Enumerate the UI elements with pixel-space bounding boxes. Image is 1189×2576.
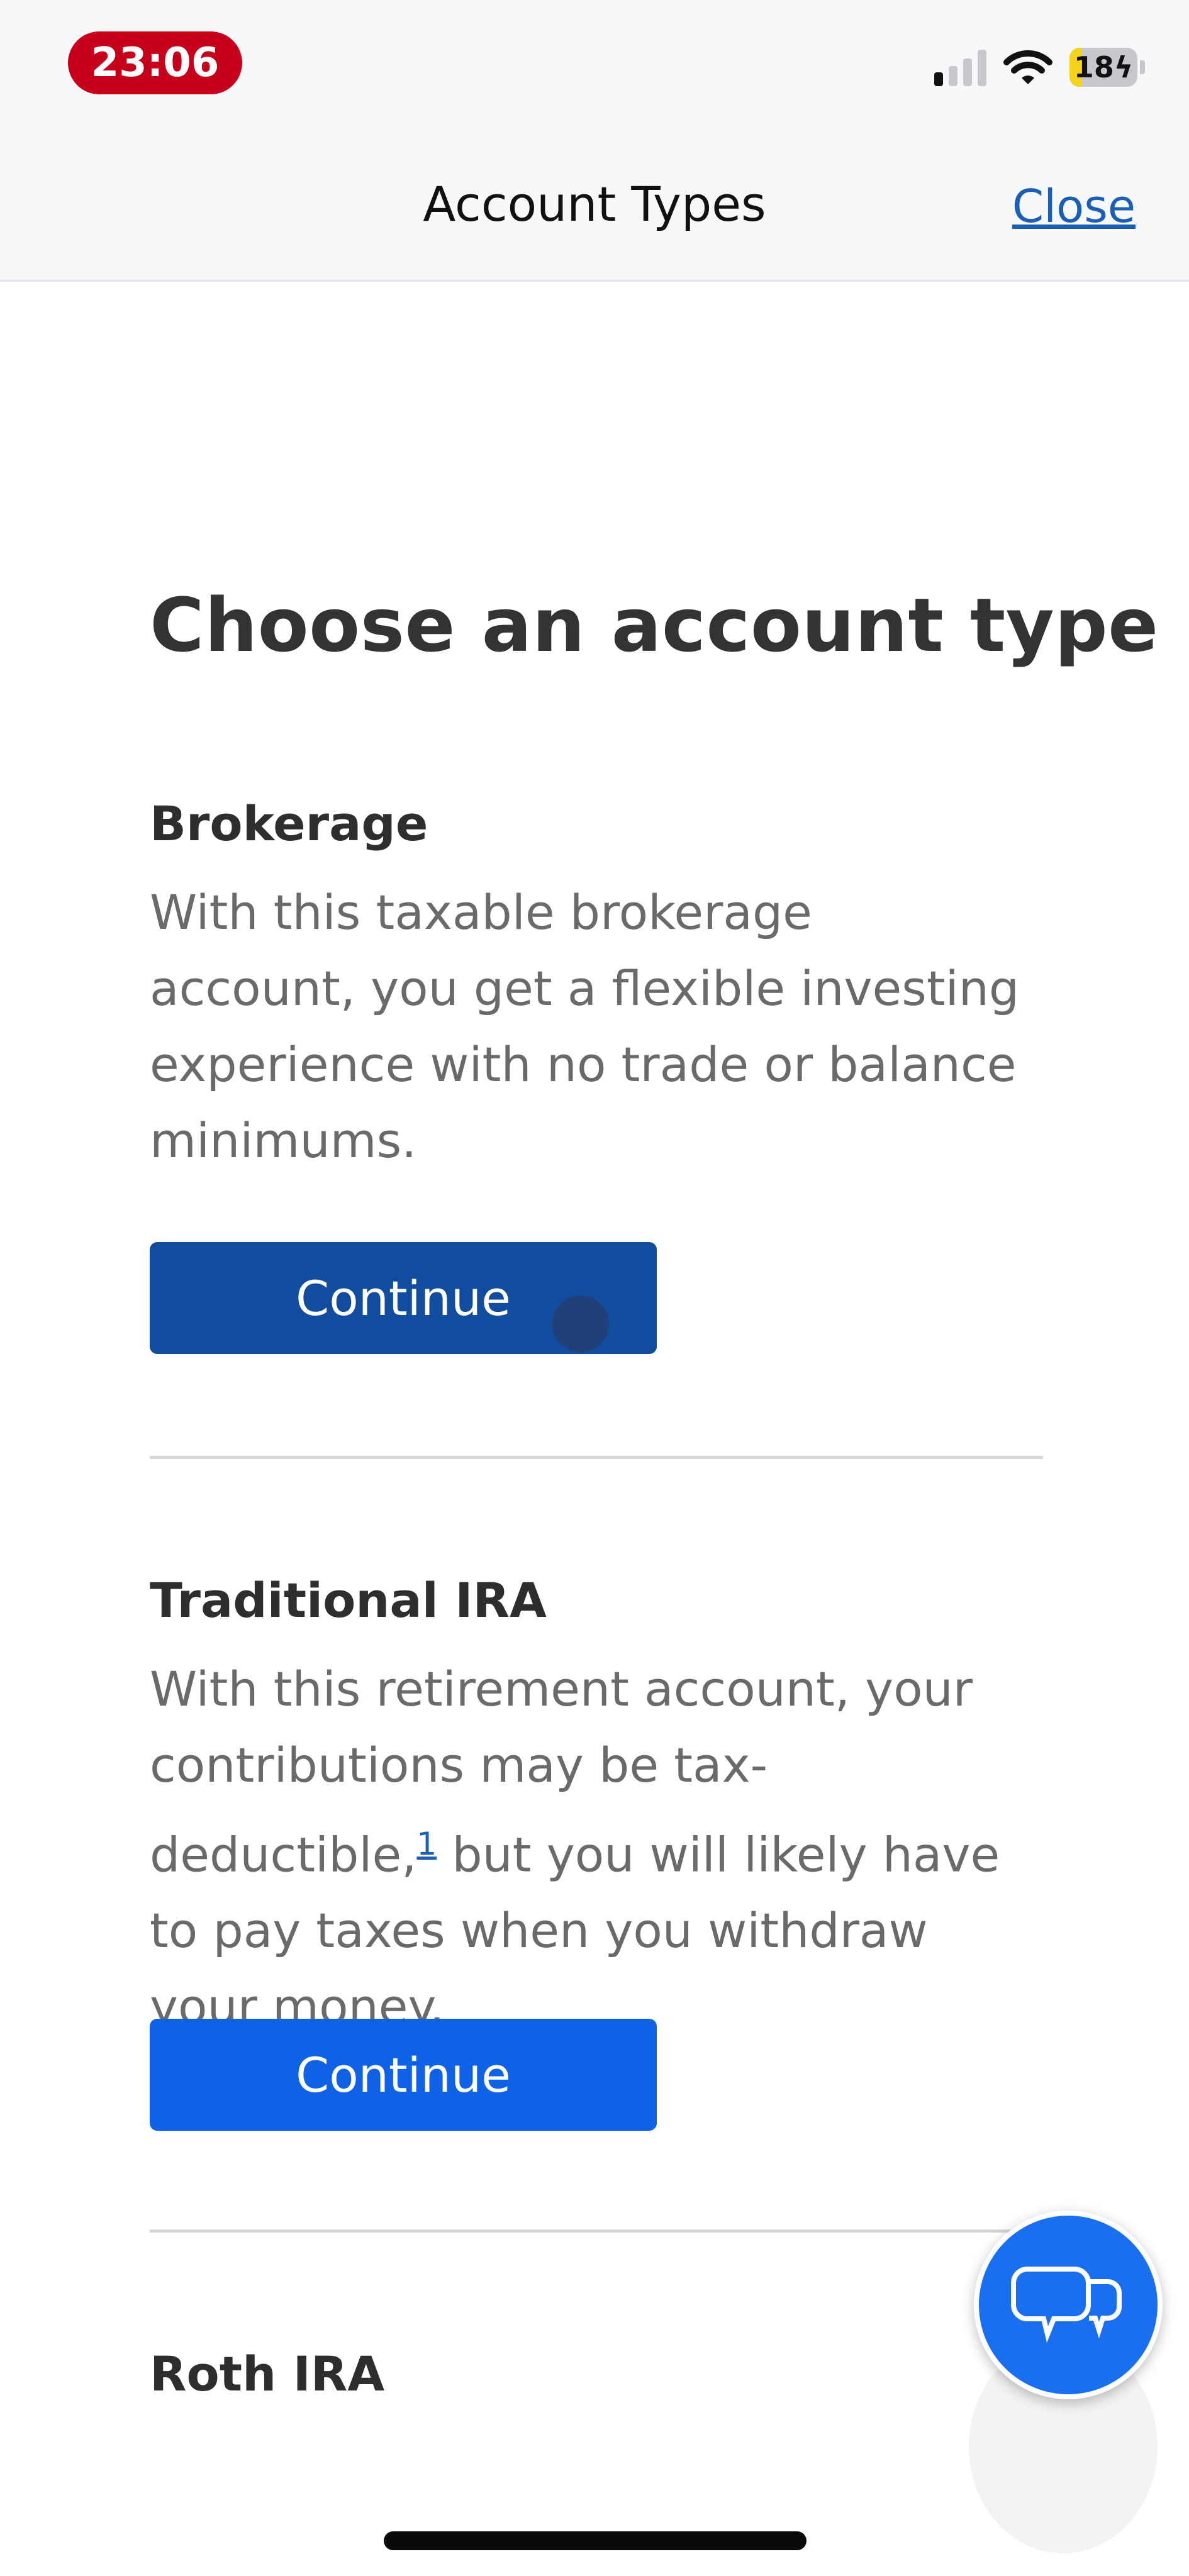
nav-bar: Account Types Close xyxy=(0,145,1189,282)
section-description: With this retirement account, your contr… xyxy=(150,1651,1030,2045)
section-divider xyxy=(150,1456,1043,1459)
wifi-icon xyxy=(1003,50,1052,84)
status-time: 23:06 xyxy=(68,31,242,94)
section-description: With this taxable brokerage account, you… xyxy=(150,884,1020,1169)
charging-bolt-icon: ϟ xyxy=(1114,50,1134,84)
section-roth-ira: Roth IRA xyxy=(150,2346,1043,2402)
footnote-link[interactable]: 1 xyxy=(416,1826,437,1862)
section-divider xyxy=(150,2229,1043,2233)
signal-icon xyxy=(934,48,986,86)
status-bar: 23:06 18 ϟ xyxy=(0,0,1189,145)
chat-button[interactable] xyxy=(974,2211,1163,2399)
section-traditional-ira: Traditional IRA With this retirement acc… xyxy=(150,1572,1043,2045)
page-title: Choose an account type xyxy=(150,582,1159,669)
brokerage-continue-button[interactable]: Continue xyxy=(150,1242,657,1354)
traditional-ira-continue-button[interactable]: Continue xyxy=(150,2019,657,2131)
chat-bubbles-icon xyxy=(1011,2267,1122,2343)
section-brokerage: Brokerage With this taxable brokerage ac… xyxy=(150,796,1043,1179)
battery-icon: 18 ϟ xyxy=(1069,48,1137,87)
button-label: Continue xyxy=(296,1270,511,1326)
close-link[interactable]: Close xyxy=(1012,180,1136,233)
touch-indicator xyxy=(552,1296,609,1352)
section-heading: Traditional IRA xyxy=(150,1572,547,1628)
button-label: Continue xyxy=(296,2046,511,2103)
section-heading: Roth IRA xyxy=(150,2346,385,2402)
system-icons: 18 ϟ xyxy=(934,45,1145,89)
section-heading: Brokerage xyxy=(150,796,428,852)
home-indicator[interactable] xyxy=(384,2531,807,2550)
battery-level: 18 xyxy=(1073,50,1114,84)
nav-title: Account Types xyxy=(423,176,766,232)
battery-nub xyxy=(1140,60,1145,74)
